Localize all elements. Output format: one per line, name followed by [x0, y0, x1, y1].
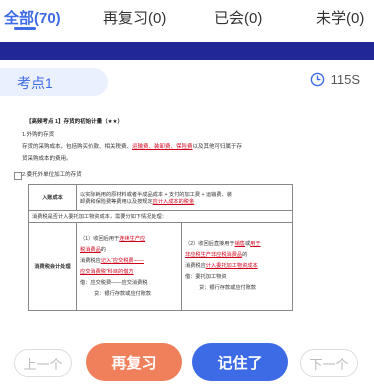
- remembered-button[interactable]: 记住了: [192, 343, 288, 381]
- table-anchor-marker: [14, 172, 22, 180]
- table-row: 消费税是否计入委托加工物资成本，需要分如下情况处理：: [28, 210, 293, 223]
- table-row: 消费税会计处理 （1）收回后用于连续生产应 税消费品的 消费税应记入“应交税费—…: [28, 222, 293, 311]
- card-line: 1.外购的存货: [22, 132, 55, 138]
- table-cell: 消费税会计处理: [28, 222, 77, 311]
- knowledge-point-label: 考点1: [17, 75, 53, 91]
- next-button[interactable]: 下一个: [300, 349, 358, 377]
- tab-review-again[interactable]: 再复习(0): [103, 7, 166, 28]
- card-line: 2.委托外单位加工的存货: [22, 172, 82, 178]
- review-again-button[interactable]: 再复习: [86, 343, 182, 381]
- knowledge-point-bar: 考点1 115S: [0, 68, 374, 96]
- tab-all[interactable]: 全部(70): [4, 7, 61, 28]
- table-cell: 入账成本: [28, 184, 77, 211]
- header-banner: [0, 42, 374, 60]
- knowledge-point-pill: 考点1: [0, 68, 108, 96]
- tab-unlearned[interactable]: 未学(0): [316, 7, 364, 28]
- table-cell: （2）收回后直接用于销售或用于 非应税生产非应税消费品的 消费税应计入委托加工物…: [181, 222, 293, 311]
- card-title: 【高频考点 1】存货的初始计量（★★）: [26, 119, 123, 125]
- active-tab-indicator: [14, 27, 36, 30]
- flashcard-content: 【高频考点 1】存货的初始计量（★★） 1.外购的存货 存货的采购成本，包括购买…: [14, 106, 360, 316]
- card-line: 货采购成本的费用。: [22, 156, 72, 162]
- timer-value: 115S: [330, 72, 360, 87]
- clock-icon: [310, 72, 324, 87]
- table-cell: 以实际耗用的原材料或者半成品成本 + 支付的加工费 + 运输费、装 卸费和保险费…: [76, 184, 293, 211]
- previous-button[interactable]: 上一个: [14, 349, 72, 377]
- table-cell: （1）收回后用于连续生产应 税消费品的 消费税应记入“应交税费—— 应交消费税”…: [76, 222, 182, 311]
- table-row: 入账成本 以实际耗用的原材料或者半成品成本 + 支付的加工费 + 运输费、装 卸…: [28, 184, 293, 211]
- timer: 115S: [310, 72, 360, 87]
- knowledge-table: 入账成本 以实际耗用的原材料或者半成品成本 + 支付的加工费 + 运输费、装 卸…: [28, 184, 293, 311]
- filter-tabs: 全部(70) 再复习(0) 已会(0) 未学(0): [0, 0, 374, 34]
- card-line: 存货的采购成本，包括购买价款、相关税费、运输费、装卸费、保险费以及其他可归属于存: [22, 144, 243, 150]
- table-cell: 消费税是否计入委托加工物资成本，需要分如下情况处理：: [28, 210, 293, 223]
- tab-mastered[interactable]: 已会(0): [214, 7, 262, 28]
